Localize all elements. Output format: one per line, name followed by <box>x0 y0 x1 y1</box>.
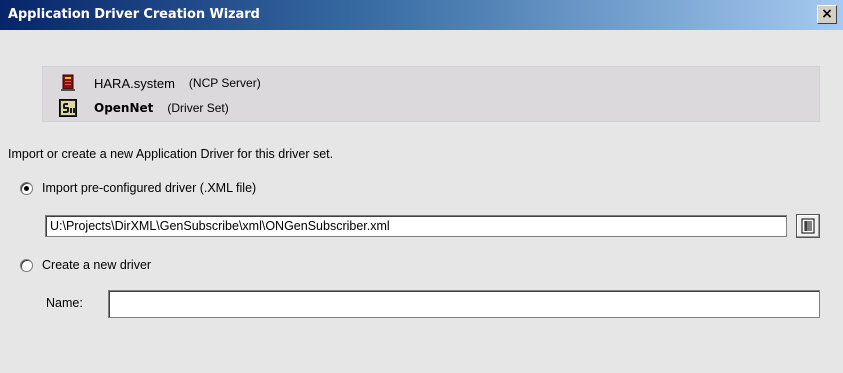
import-radio[interactable] <box>20 181 33 195</box>
create-radio[interactable] <box>20 258 33 272</box>
browse-icon <box>801 218 815 234</box>
create-option[interactable]: Create a new driver <box>20 258 151 272</box>
name-input[interactable] <box>108 290 820 318</box>
browse-button[interactable] <box>796 214 820 238</box>
server-name: HARA.system <box>94 75 175 91</box>
import-option[interactable]: Import pre-configured driver (.XML file) <box>20 181 256 195</box>
driver-set-type: (Driver Set) <box>167 101 229 115</box>
server-row: HARA.system (NCP Server) <box>59 74 261 92</box>
window-title: Application Driver Creation Wizard <box>8 7 260 22</box>
close-button[interactable]: × <box>817 5 837 24</box>
server-icon <box>59 74 77 92</box>
file-path-input[interactable]: U:\Projects\DirXML\GenSubscribe\xml\ONGe… <box>45 215 787 237</box>
title-bar[interactable]: Application Driver Creation Wizard × <box>0 0 843 30</box>
create-label[interactable]: Create a new driver <box>42 258 151 272</box>
server-type: (NCP Server) <box>188 76 261 90</box>
name-label: Name: <box>46 296 83 310</box>
context-info-panel: HARA.system (NCP Server) OpenNet (Driver… <box>42 66 820 122</box>
driver-set-row: OpenNet (Driver Set) <box>59 99 229 117</box>
import-label[interactable]: Import pre-configured driver (.XML file) <box>42 181 256 195</box>
driver-set-name: OpenNet <box>94 101 154 115</box>
driver-set-icon <box>59 99 77 117</box>
wizard-dialog: Application Driver Creation Wizard × HAR… <box>0 0 843 373</box>
intro-text: Import or create a new Application Drive… <box>8 147 334 161</box>
